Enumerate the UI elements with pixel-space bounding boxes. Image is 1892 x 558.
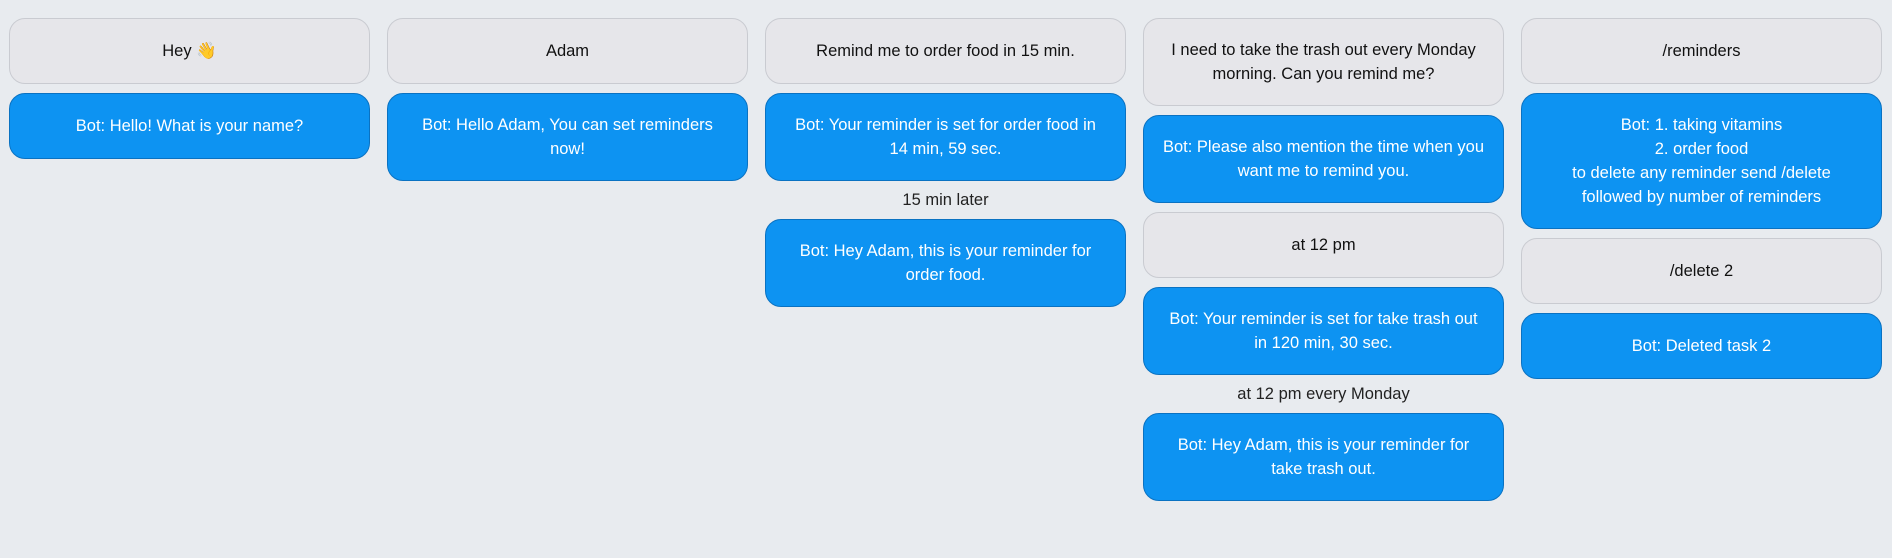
bot-message-bubble: Bot: Your reminder is set for take trash… [1143, 287, 1504, 375]
user-message-bubble: at 12 pm [1143, 212, 1504, 278]
user-message-bubble: /reminders [1521, 18, 1882, 84]
bot-message-bubble: Bot: Hello! What is your name? [9, 93, 370, 159]
user-message-bubble: /delete 2 [1521, 238, 1882, 304]
time-elapsed-note: 15 min later [902, 191, 989, 209]
conversation-column-2: Adam Bot: Hello Adam, You can set remind… [387, 18, 748, 181]
user-message-bubble: I need to take the trash out every Monda… [1143, 18, 1504, 106]
conversation-column-5: /reminders Bot: 1. taking vitamins 2. or… [1521, 18, 1882, 379]
bot-message-bubble: Bot: Please also mention the time when y… [1143, 115, 1504, 203]
time-elapsed-note: at 12 pm every Monday [1237, 385, 1410, 403]
user-message-bubble: Remind me to order food in 15 min. [765, 18, 1126, 84]
bot-message-bubble: Bot: Hey Adam, this is your reminder for… [765, 219, 1126, 307]
bot-message-bubble: Bot: Your reminder is set for order food… [765, 93, 1126, 181]
bot-message-bubble: Bot: Hey Adam, this is your reminder for… [1143, 413, 1504, 501]
user-message-bubble: Hey 👋 [9, 18, 370, 84]
bot-message-bubble: Bot: Hello Adam, You can set reminders n… [387, 93, 748, 181]
user-message-bubble: Adam [387, 18, 748, 84]
bot-message-bubble: Bot: 1. taking vitamins 2. order food to… [1521, 93, 1882, 229]
bot-message-bubble: Bot: Deleted task 2 [1521, 313, 1882, 379]
conversation-column-3: Remind me to order food in 15 min. Bot: … [765, 18, 1126, 307]
conversation-board: Hey 👋 Bot: Hello! What is your name? Ada… [9, 18, 1882, 501]
conversation-column-4: I need to take the trash out every Monda… [1143, 18, 1504, 501]
conversation-column-1: Hey 👋 Bot: Hello! What is your name? [9, 18, 370, 159]
